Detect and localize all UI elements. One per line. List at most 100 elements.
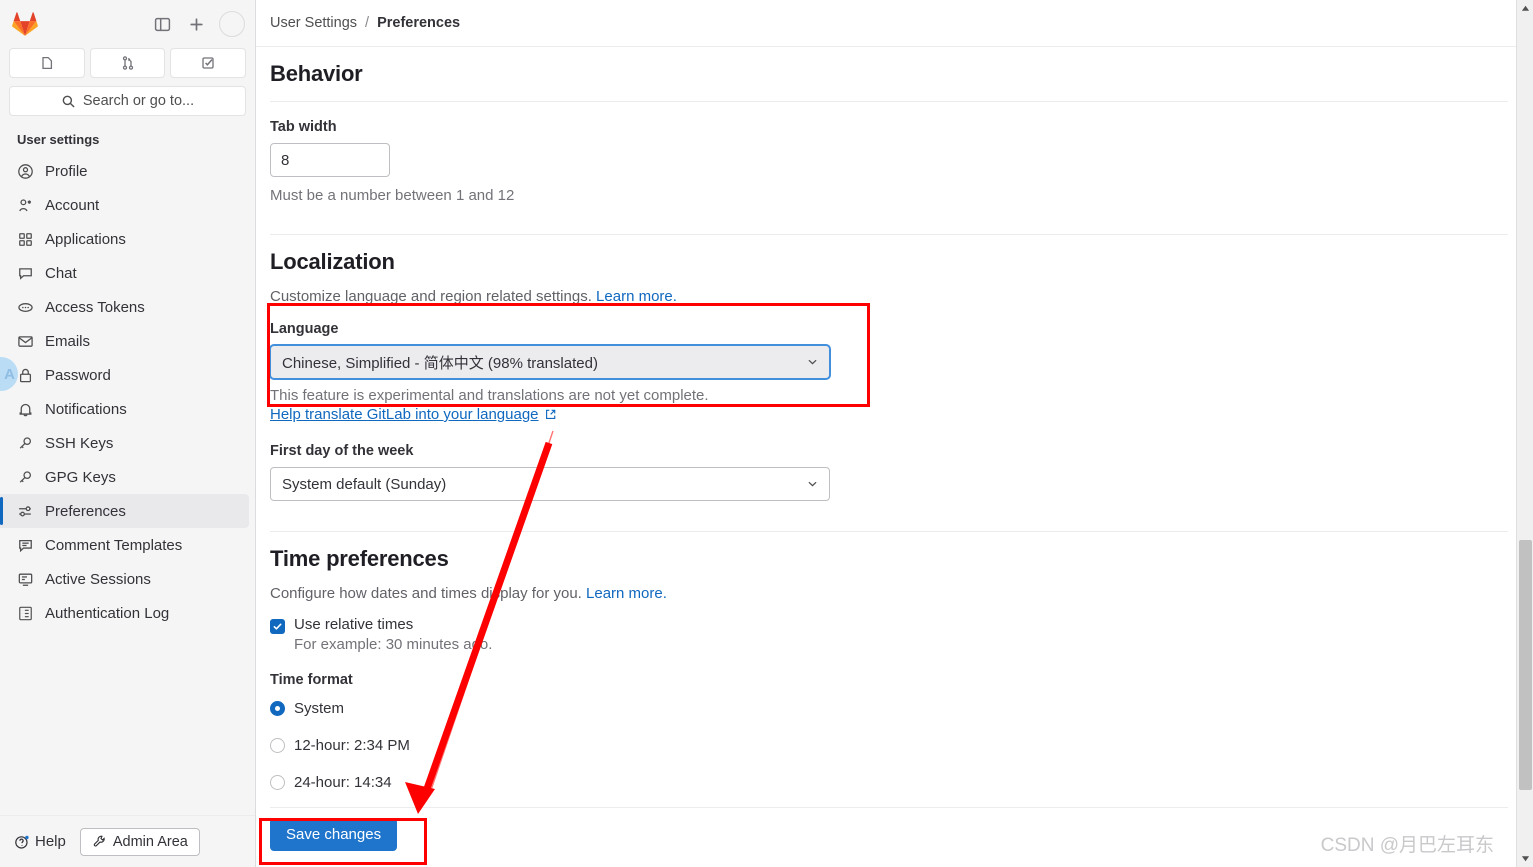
radio-12-hour-label: 12-hour: 2:34 PM: [294, 737, 410, 754]
breadcrumb-parent[interactable]: User Settings: [270, 15, 357, 31]
first-day-label: First day of the week: [270, 443, 414, 459]
sidebar-item-label: Preferences: [45, 502, 126, 520]
sidebar-item-label: Applications: [45, 230, 126, 248]
sidebar-item-label: Password: [45, 366, 111, 384]
time-preferences-description-text: Configure how dates and times display fo…: [270, 585, 582, 602]
sidebar-item-password[interactable]: Password: [0, 358, 249, 392]
time-format-label: Time format: [270, 672, 353, 688]
account-icon: [19, 198, 32, 211]
lock-icon: [19, 368, 32, 382]
sidebar-item-authentication-log[interactable]: Authentication Log: [0, 596, 249, 630]
sidebar-section-title: User settings: [17, 132, 100, 147]
tab-width-hint: Must be a number between 1 and 12: [270, 187, 515, 204]
question-circle-icon: [15, 835, 29, 849]
sidebar-item-label: Chat: [45, 264, 77, 282]
time-preferences-description: Configure how dates and times display fo…: [270, 576, 1508, 602]
sidebar-item-gpg-keys[interactable]: GPG Keys: [0, 460, 249, 494]
help-label: Help: [35, 833, 66, 850]
sliders-icon: [19, 505, 31, 516]
admin-area-button[interactable]: Admin Area: [79, 827, 200, 856]
merge-requests-icon[interactable]: [89, 48, 166, 78]
user-avatar[interactable]: [219, 11, 245, 37]
time-preferences-heading: Time preferences: [270, 546, 449, 571]
admin-area-label: Admin Area: [112, 833, 188, 850]
sidebar-item-label: Account: [45, 196, 100, 214]
sidebar-header: [0, 0, 255, 48]
use-relative-times-checkbox[interactable]: [270, 619, 285, 634]
breadcrumb: User Settings / Preferences: [256, 0, 1532, 47]
tab-width-label: Tab width: [270, 119, 337, 135]
localization-heading: Localization: [270, 249, 395, 274]
use-relative-times-label: Use relative times: [294, 616, 414, 633]
sidebar-item-label: Notifications: [45, 400, 127, 418]
chat-bubble-icon: [19, 267, 32, 280]
translate-link-row: Help translate GitLab into your language: [270, 406, 1508, 423]
time-format-option-24-hour[interactable]: 24-hour: 14:34: [270, 774, 1508, 791]
time-format-option-system[interactable]: System: [270, 700, 1508, 717]
localization-description-text: Customize language and region related se…: [270, 288, 592, 305]
localization-learn-more-link[interactable]: Learn more.: [596, 288, 677, 305]
sidebar-item-access-tokens[interactable]: Access Tokens: [0, 290, 249, 324]
radio-12-hour[interactable]: [270, 738, 285, 753]
sidebar-footer: Help Admin Area: [0, 815, 255, 867]
sidebar-item-preferences[interactable]: Preferences: [0, 494, 249, 528]
sidebar-item-account[interactable]: Account: [0, 188, 249, 222]
first-day-select-wrapper: System default (Sunday): [270, 467, 830, 501]
sidebar-item-label: Access Tokens: [45, 298, 145, 316]
localization-description: Customize language and region related se…: [270, 279, 1508, 305]
language-label: Language: [270, 321, 339, 337]
toggle-sidebar-icon[interactable]: [147, 9, 177, 39]
first-day-select[interactable]: System default (Sunday): [270, 467, 830, 501]
left-sidebar: Search or go to... User settings Profile…: [0, 0, 256, 867]
breadcrumb-current[interactable]: Preferences: [377, 15, 460, 31]
sidebar-item-label: Comment Templates: [45, 536, 183, 554]
key-icon: [19, 470, 32, 483]
sidebar-item-label: GPG Keys: [45, 468, 116, 486]
sidebar-item-ssh-keys[interactable]: SSH Keys: [0, 426, 249, 460]
search-input[interactable]: Search or go to...: [9, 86, 246, 116]
check-icon: [273, 623, 282, 630]
sidebar-item-applications[interactable]: Applications: [0, 222, 249, 256]
search-placeholder: Search or go to...: [82, 93, 195, 109]
comment-lines-icon: [19, 539, 32, 552]
language-select[interactable]: Chinese, Simplified - 简体中文 (98% translat…: [270, 345, 830, 379]
applications-grid-icon: [19, 232, 32, 246]
envelope-icon: [18, 335, 33, 347]
preferences-form: Behavior Tab width Must be a number betw…: [256, 47, 1532, 851]
save-changes-button[interactable]: Save changes: [270, 818, 398, 851]
scroll-down-arrow-icon[interactable]: [1517, 850, 1533, 867]
page-scrollbar[interactable]: [1516, 0, 1533, 867]
scrollbar-thumb[interactable]: [1519, 540, 1532, 790]
issues-icon[interactable]: [9, 48, 85, 78]
tab-width-input[interactable]: [270, 143, 390, 177]
sidebar-item-comment-templates[interactable]: Comment Templates: [0, 528, 249, 562]
time-format-option-12-hour[interactable]: 12-hour: 2:34 PM: [270, 737, 1508, 754]
sidebar-item-profile[interactable]: Profile: [0, 154, 249, 188]
scroll-up-arrow-icon[interactable]: [1517, 0, 1533, 17]
sidebar-item-emails[interactable]: Emails: [0, 324, 249, 358]
sidebar-item-label: SSH Keys: [45, 434, 114, 452]
sidebar-item-label: Active Sessions: [45, 570, 151, 588]
first-day-select-value: System default (Sunday): [282, 475, 447, 493]
sidebar-item-chat[interactable]: Chat: [0, 256, 249, 290]
breadcrumb-separator: /: [365, 15, 370, 31]
sidebar-quick-tiles: [0, 48, 255, 86]
radio-24-hour[interactable]: [270, 775, 285, 790]
help-translate-link[interactable]: Help translate GitLab into your language: [270, 406, 539, 423]
monitor-icon: [18, 573, 33, 586]
create-new-icon[interactable]: [181, 9, 211, 39]
gitlab-logo-icon[interactable]: [12, 11, 38, 37]
todo-list-icon[interactable]: [170, 48, 247, 78]
relative-times-row: Use relative times For example: 30 minut…: [270, 616, 1508, 653]
help-button[interactable]: Help: [14, 833, 66, 850]
log-list-icon: [19, 606, 32, 620]
sidebar-item-active-sessions[interactable]: Active Sessions: [0, 562, 249, 596]
bell-icon: [19, 403, 32, 416]
use-relative-times-hint: For example: 30 minutes ago.: [294, 636, 493, 653]
time-preferences-learn-more-link[interactable]: Learn more.: [586, 585, 667, 602]
sidebar-item-notifications[interactable]: Notifications: [0, 392, 249, 426]
search-icon: [62, 95, 75, 107]
radio-system[interactable]: [270, 701, 285, 716]
user-circle-icon: [18, 163, 33, 179]
external-link-icon: [545, 409, 555, 419]
